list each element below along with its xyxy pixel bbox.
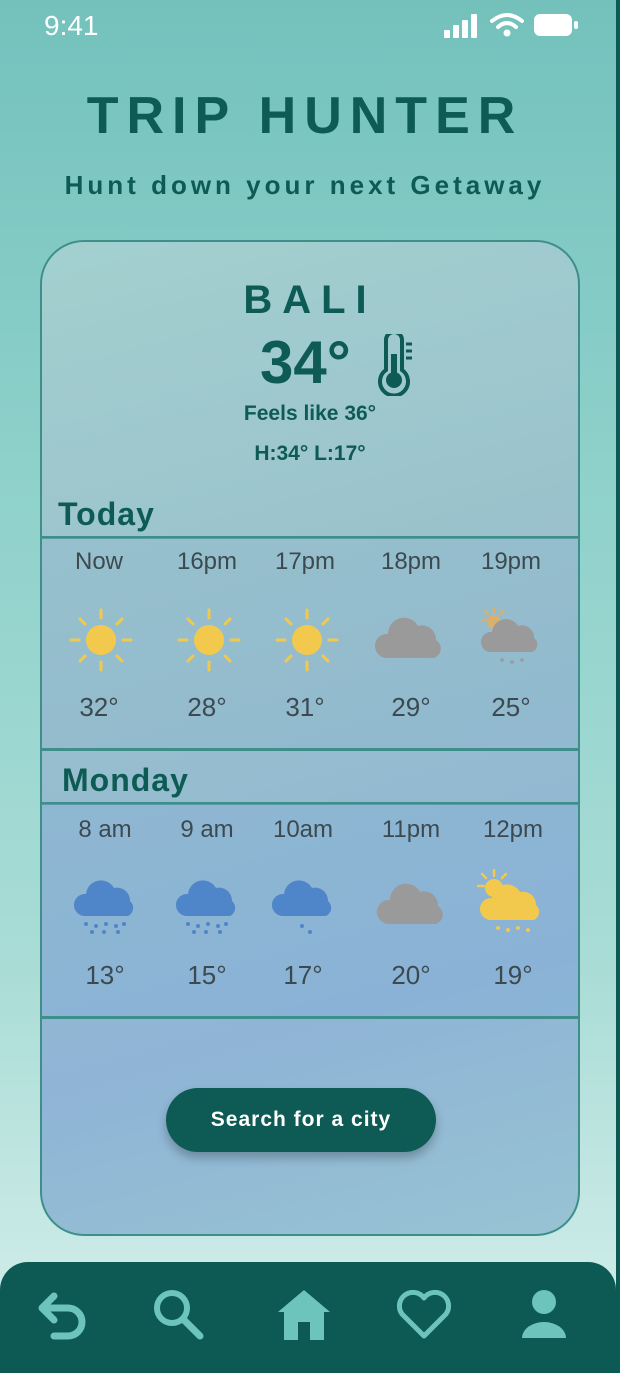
forecast-temp: 19° [493, 960, 533, 990]
forecast-item: 9 am 15° [162, 804, 252, 1016]
forecast-temp: 17° [283, 960, 323, 990]
forecast-time: Now [74, 548, 123, 575]
forecast-time: 19pm [480, 548, 542, 575]
today-forecast-row: Now 32° 16pm 28° 17pm 31° 18pm 29° 19pm … [42, 538, 578, 748]
battery-icon [534, 14, 578, 36]
forecast-time: 17pm [274, 548, 336, 575]
rain-cloud-icon [73, 880, 134, 934]
divider [42, 1016, 578, 1019]
forecast-temp: 20° [391, 960, 431, 990]
search-city-button[interactable]: Search for a city [166, 1088, 436, 1152]
heart-icon[interactable] [394, 1284, 454, 1344]
monday-forecast-row: 8 am 13° 9 am 15° 10am 17° 11pm 20° 12pm… [42, 804, 578, 1016]
forecast-time: 8 am [78, 816, 132, 843]
high-low: H:34° L:17° [254, 442, 366, 465]
forecast-time: 11pm [381, 816, 441, 843]
forecast-temp: 25° [491, 692, 531, 722]
forecast-item: 19pm 25° [466, 538, 556, 748]
forecast-time: 18pm [380, 548, 442, 575]
divider [42, 748, 578, 751]
forecast-time: 16pm [176, 548, 238, 575]
forecast-item: 18pm 29° [366, 538, 456, 748]
wifi-icon [490, 13, 524, 37]
feels-like: Feels like 36° [243, 402, 377, 425]
forecast-item: 16pm 28° [162, 538, 252, 748]
cloud-icon [376, 883, 443, 924]
sun-behind-rain-cloud-icon [476, 868, 540, 932]
section-title-monday: Monday [62, 762, 189, 798]
screen-edge [616, 0, 620, 1373]
forecast-time: 10am [272, 816, 334, 843]
home-icon[interactable] [274, 1284, 334, 1344]
section-title-today: Today [58, 496, 155, 532]
forecast-temp: 31° [285, 692, 325, 722]
signal-icon [444, 14, 477, 38]
bottom-nav [0, 1262, 616, 1373]
forecast-temp: 13° [85, 960, 125, 990]
partly-cloudy-rain-icon [480, 606, 538, 664]
back-arrow-icon[interactable] [30, 1284, 90, 1344]
app-tagline: Hunt down your next Getaway [64, 170, 546, 200]
sun-icon [177, 608, 241, 672]
app-title: TRIP HUNTER [86, 87, 524, 145]
light-rain-cloud-icon [271, 880, 332, 934]
thermometer-icon [378, 334, 412, 396]
cloud-icon [374, 617, 441, 658]
user-icon[interactable] [514, 1284, 574, 1344]
forecast-item: 12pm 19° [468, 804, 558, 1016]
status-bar: 9:41 [0, 0, 620, 52]
forecast-temp: 29° [391, 692, 431, 722]
forecast-item: 11pm 20° [366, 804, 456, 1016]
forecast-time: 9 am [180, 816, 234, 843]
city-name: BALI [243, 278, 377, 322]
weather-card: BALI 34° Feels like 36° H:34° L:17° Toda… [40, 240, 580, 1236]
forecast-temp: 15° [187, 960, 227, 990]
forecast-item: 8 am 13° [60, 804, 150, 1016]
rain-cloud-icon [175, 880, 236, 934]
forecast-temp: 32° [79, 692, 119, 722]
current-temperature: 34° [260, 329, 351, 396]
sun-icon [69, 608, 133, 672]
forecast-item: 17pm 31° [260, 538, 350, 748]
sun-icon [275, 608, 339, 672]
forecast-item: Now 32° [54, 538, 144, 748]
status-time: 9:41 [44, 10, 99, 41]
forecast-time: 12pm [482, 816, 544, 843]
forecast-item: 10am 17° [258, 804, 348, 1016]
search-icon[interactable] [148, 1284, 208, 1344]
forecast-temp: 28° [187, 692, 227, 722]
